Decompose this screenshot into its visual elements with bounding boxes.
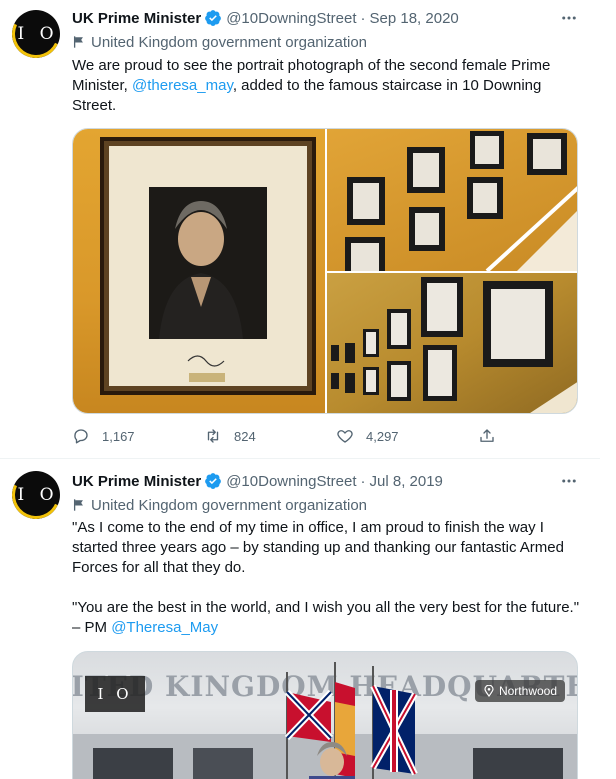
mention-link[interactable]: @Theresa_May xyxy=(111,619,218,636)
avatar-logo: I O xyxy=(17,485,59,505)
staircase-photo xyxy=(345,131,577,273)
tweet-paragraph: "You are the best in the world, and I wi… xyxy=(72,598,582,638)
reply-count: 1,167 xyxy=(102,428,135,444)
org-label-row: United Kingdom government organization xyxy=(72,33,367,51)
like-icon xyxy=(337,430,353,443)
corridor-photo xyxy=(331,277,577,413)
verified-badge-icon xyxy=(205,10,222,26)
verified-badge-icon xyxy=(205,473,222,489)
flag-icon xyxy=(73,36,83,48)
more-button[interactable] xyxy=(558,471,580,491)
tweet-text: "As I come to the end of my time in offi… xyxy=(72,518,582,638)
mention-link[interactable]: @theresa_may xyxy=(132,77,233,94)
tweet-header: UK Prime Minister @10DowningStreet · Jul… xyxy=(72,471,443,491)
video-player[interactable]: UNITED KINGDOM HEADQUARTERS I O xyxy=(72,651,578,779)
reply-icon xyxy=(74,429,88,444)
media-photo-staircase-wall[interactable] xyxy=(327,129,577,273)
tweet-date[interactable]: Jul 8, 2019 xyxy=(370,473,443,490)
retweet-button[interactable]: 824 xyxy=(204,424,256,448)
author-name[interactable]: UK Prime Minister xyxy=(72,10,201,27)
author-name[interactable]: UK Prime Minister xyxy=(72,473,201,490)
video-location-tag: Northwood xyxy=(474,680,565,702)
retweet-icon xyxy=(207,429,219,443)
share-icon xyxy=(480,429,494,442)
tweet-paragraph: "As I come to the end of my time in offi… xyxy=(72,519,564,576)
tweet-text: We are proud to see the portrait photogr… xyxy=(72,56,582,116)
media-photo-corridor-wall[interactable] xyxy=(327,273,577,413)
flag-icon xyxy=(73,499,83,511)
tweet-actions: 1,167 824 4,297 xyxy=(72,424,512,448)
location-pin-icon xyxy=(484,685,494,697)
more-button[interactable] xyxy=(558,8,580,28)
like-count: 4,297 xyxy=(366,428,399,444)
share-button[interactable] xyxy=(478,424,508,448)
author-handle[interactable]: @10DowningStreet xyxy=(226,473,356,490)
media-photo-portrait[interactable] xyxy=(73,129,325,413)
avatar[interactable]: I O xyxy=(12,10,60,58)
tweet[interactable]: I O UK Prime Minister @10DowningStreet ·… xyxy=(0,0,600,459)
org-label: United Kingdom government organization xyxy=(91,496,367,514)
avatar-logo: I O xyxy=(17,24,59,44)
video-logo-overlay: I O xyxy=(85,676,145,712)
author-handle[interactable]: @10DowningStreet xyxy=(226,10,356,27)
separator-dot: · xyxy=(360,9,366,27)
tweet[interactable]: I O UK Prime Minister @10DowningStreet ·… xyxy=(0,459,600,779)
media-grid[interactable] xyxy=(72,128,578,414)
more-icon xyxy=(562,479,576,483)
avatar[interactable]: I O xyxy=(12,471,60,519)
portrait-photo xyxy=(100,137,316,395)
org-label-row: United Kingdom government organization xyxy=(72,496,367,514)
tweet-date[interactable]: Sep 18, 2020 xyxy=(370,10,459,27)
video-location-text: Northwood xyxy=(498,684,557,698)
separator-dot: · xyxy=(360,472,366,490)
org-label: United Kingdom government organization xyxy=(91,33,367,51)
reply-button[interactable]: 1,167 xyxy=(72,424,135,448)
video-scene xyxy=(73,662,577,779)
tweet-header: UK Prime Minister @10DowningStreet · Sep… xyxy=(72,8,459,28)
like-button[interactable]: 4,297 xyxy=(336,424,399,448)
more-icon xyxy=(562,16,576,20)
retweet-count: 824 xyxy=(234,428,256,444)
